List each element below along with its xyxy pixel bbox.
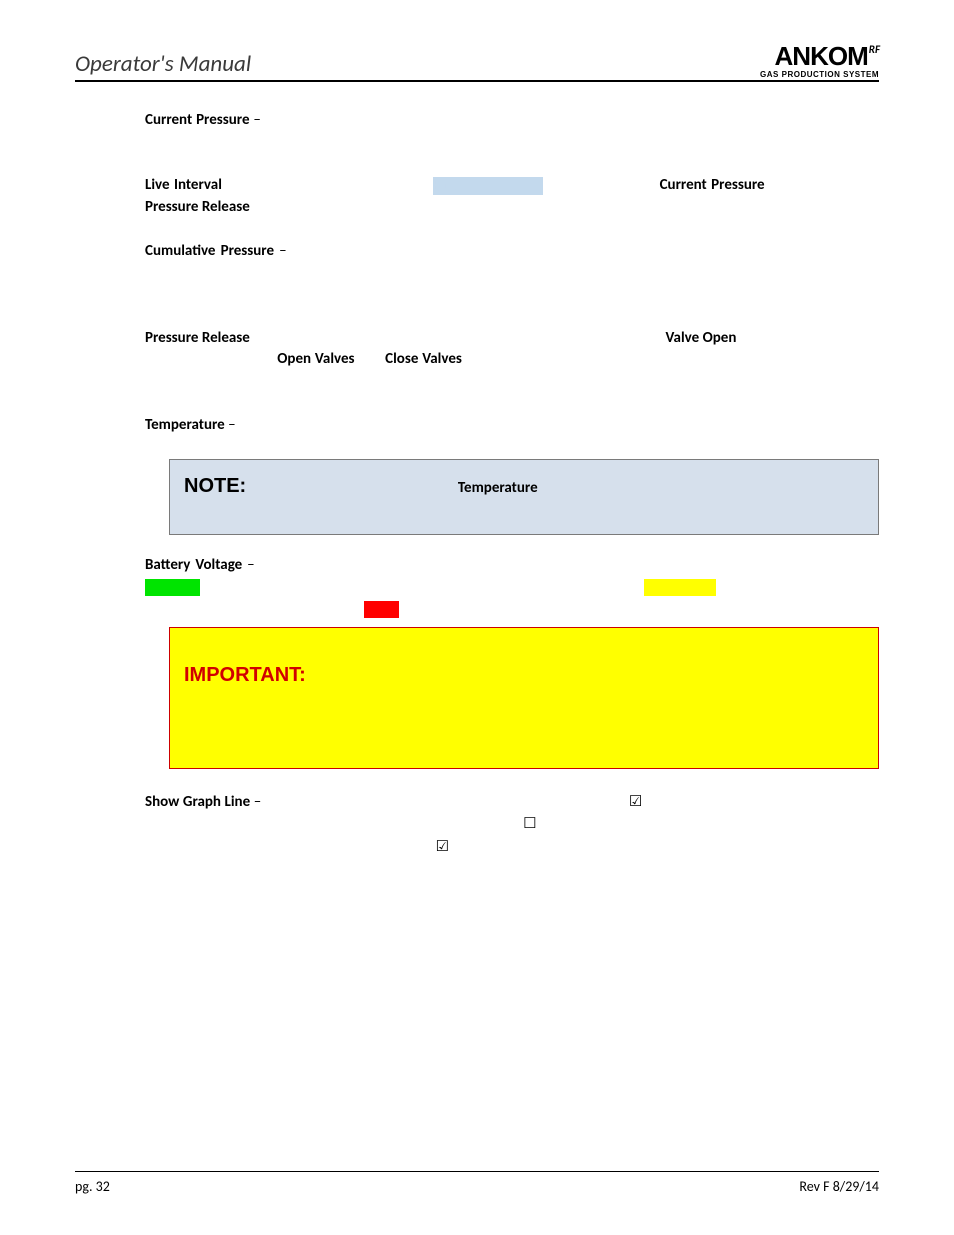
section-battery-voltage: Battery Voltage – This is the battery vo… — [145, 555, 879, 620]
section-show-graph: Show Graph Line – When the box for a spe… — [145, 791, 879, 859]
term-temperature: Temperature — [145, 416, 225, 434]
logo-sub-text: GAS PRODUCTION SYSTEM — [760, 71, 879, 78]
logo-main-text: ANKOM — [775, 45, 868, 68]
highlight-yellow — [644, 579, 716, 596]
term-cumulative-pressure: Cumulative Pressure — [145, 242, 274, 260]
manual-title: Operator's Manual — [75, 50, 251, 78]
page-footer: pg. 32 Rev F 8/29/14 — [75, 1171, 879, 1195]
section-cumulative-pressure: Cumulative Pressure – This is the summat… — [145, 241, 879, 393]
highlight-red — [364, 601, 399, 618]
page-number: pg. 32 — [75, 1178, 110, 1195]
ankom-logo: ANKOMRF GAS PRODUCTION SYSTEM — [760, 45, 879, 78]
term-current-pressure: Current Pressure — [145, 111, 250, 129]
section-current-pressure: Current Pressure – This is the pressure … — [145, 110, 879, 154]
note-label: NOTE: — [184, 475, 246, 497]
important-label: IMPORTANT: — [184, 664, 306, 686]
page-header: Operator's Manual ANKOMRF GAS PRODUCTION… — [75, 45, 879, 82]
term-show-graph-line: Show Graph Line — [145, 793, 250, 811]
checkbox-checked-icon: ☑ — [629, 791, 642, 813]
highlight-blue: blue — [433, 177, 543, 195]
checkbox-checked-icon-2: ☑ — [436, 836, 449, 858]
section-live-interval: Live Interval – When this cell is highli… — [145, 175, 879, 219]
checkbox-empty-icon: ☐ — [523, 813, 536, 835]
logo-rf-text: RF — [869, 43, 880, 56]
term-battery-voltage: Battery Voltage — [145, 556, 242, 574]
revision-label: Rev F 8/29/14 — [799, 1178, 879, 1195]
term-live-interval: Live Interval — [145, 176, 222, 194]
page-content: Current Pressure – This is the pressure … — [75, 110, 879, 859]
section-temperature: Temperature – This is the temperature wi… — [145, 415, 879, 437]
important-box: IMPORTANT:It is important to have good b… — [169, 627, 879, 769]
highlight-green — [145, 579, 200, 596]
note-box: NOTE:The temperature displayed in the Te… — [169, 459, 879, 536]
